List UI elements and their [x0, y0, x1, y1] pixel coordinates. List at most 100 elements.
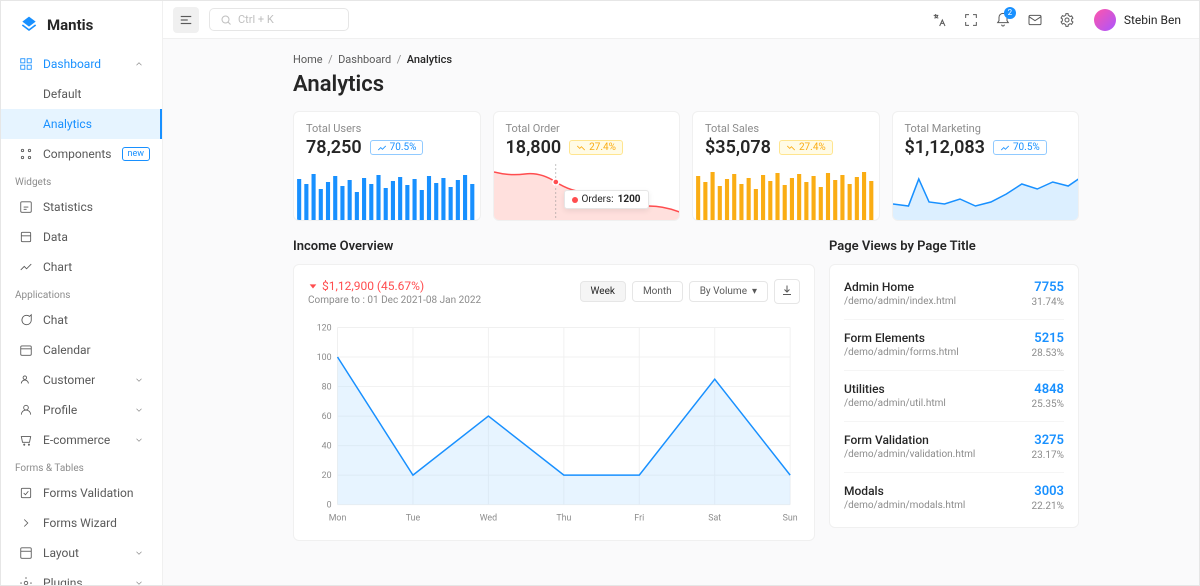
sparkline-users: [294, 164, 480, 220]
pageview-row[interactable]: Admin Home /demo/admin/index.html 7755 3…: [844, 269, 1064, 320]
week-button[interactable]: Week: [580, 281, 626, 302]
svg-text:60: 60: [322, 412, 332, 422]
sidebar-label-ecommerce: E-commerce: [43, 433, 110, 447]
notification-badge: 2: [1004, 7, 1016, 19]
sidebar-toggle-button[interactable]: [173, 7, 199, 33]
mail-icon: [1027, 12, 1043, 28]
avatar: [1094, 9, 1116, 31]
download-button[interactable]: [774, 279, 800, 304]
settings-button[interactable]: [1054, 7, 1080, 33]
stat-label: Total Users: [306, 122, 468, 135]
crumb-home[interactable]: Home: [293, 53, 323, 66]
pv-title: Utilities: [844, 382, 946, 396]
topbar: Ctrl + K 2 Stebin Ben: [163, 1, 1199, 39]
sidebar-item-layout[interactable]: Layout: [1, 538, 162, 568]
svg-text:Tue: Tue: [406, 513, 421, 523]
caret-down-icon: [308, 281, 318, 291]
income-compare: Compare to : 01 Dec 2021-08 Jan 2022: [308, 295, 481, 306]
user-menu[interactable]: Stebin Ben: [1086, 9, 1189, 31]
nav-header-forms: Forms & Tables: [1, 455, 162, 478]
svg-text:Fri: Fri: [634, 513, 644, 523]
trend-down-icon: [786, 143, 796, 153]
sidebar-label-formsvalidation: Forms Validation: [43, 486, 133, 500]
volume-dropdown[interactable]: By Volume ▾: [689, 281, 768, 302]
breadcrumb: Home / Dashboard / Analytics: [293, 53, 1079, 66]
pv-path: /demo/admin/util.html: [844, 398, 946, 409]
trend-down-icon: [576, 143, 586, 153]
stat-value: 78,250: [306, 137, 362, 158]
income-card: $1,12,900 (45.67%) Compare to : 01 Dec 2…: [293, 264, 815, 541]
pageview-row[interactable]: Form Elements /demo/admin/forms.html 521…: [844, 320, 1064, 371]
sidebar-item-forms-validation[interactable]: Forms Validation: [1, 478, 162, 508]
pv-count: 4848: [1032, 382, 1064, 397]
chevron-down-icon: [134, 405, 144, 415]
sidebar-item-calendar[interactable]: Calendar: [1, 335, 162, 365]
stat-value: 18,800: [506, 137, 562, 158]
sidebar-item-ecommerce[interactable]: E-commerce: [1, 425, 162, 455]
dashboard-icon: [19, 57, 33, 71]
nav-header-widgets: Widgets: [1, 169, 162, 192]
app-root: Mantis Dashboard Default Analytics Compo…: [0, 0, 1200, 586]
income-header: $1,12,900 (45.67%) Compare to : 01 Dec 2…: [308, 279, 800, 306]
income-title: Income Overview: [293, 239, 815, 254]
nav-header-apps: Applications: [1, 282, 162, 305]
sidebar-label-chat: Chat: [43, 313, 68, 327]
crumb-dashboard[interactable]: Dashboard: [338, 53, 391, 66]
stat-value: $1,12,083: [905, 137, 985, 158]
tooltip-label: Orders:: [582, 194, 614, 205]
trend-badge: 27.4%: [779, 140, 833, 155]
sidebar-label-dashboard: Dashboard: [43, 57, 101, 71]
pageview-row[interactable]: Utilities /demo/admin/util.html 4848 25.…: [844, 371, 1064, 422]
sidebar-item-dashboard[interactable]: Dashboard: [1, 49, 162, 79]
notification-button[interactable]: 2: [990, 7, 1016, 33]
mail-button[interactable]: [1022, 7, 1048, 33]
translate-icon: [931, 12, 947, 28]
chevron-down-icon: [134, 578, 144, 585]
sidebar-label-calendar: Calendar: [43, 343, 91, 357]
pv-path: /demo/admin/index.html: [844, 296, 956, 307]
pv-count: 3275: [1032, 433, 1064, 448]
sidebar-label-formswizard: Forms Wizard: [43, 516, 117, 530]
sidebar-item-chat[interactable]: Chat: [1, 305, 162, 335]
sidebar-item-analytics[interactable]: Analytics: [1, 109, 162, 139]
search-icon: [220, 14, 232, 26]
sidebar-item-components[interactable]: Components new: [1, 139, 162, 169]
chat-icon: [19, 313, 33, 327]
sidebar-item-statistics[interactable]: Statistics: [1, 192, 162, 222]
stat-value: $35,078: [705, 137, 771, 158]
trend-up-icon: [1000, 143, 1010, 153]
fullscreen-button[interactable]: [958, 7, 984, 33]
brand-logo[interactable]: Mantis: [1, 1, 162, 49]
pv-title: Admin Home: [844, 280, 956, 294]
income-line-chart: 020406080100120MonTueWedThuFriSatSun: [308, 316, 800, 526]
validation-icon: [19, 486, 33, 500]
svg-text:Thu: Thu: [556, 513, 571, 523]
pageview-row[interactable]: Modals /demo/admin/modals.html 3003 22.2…: [844, 473, 1064, 523]
stat-label: Total Order: [506, 122, 668, 135]
pv-pct: 31.74%: [1032, 297, 1064, 308]
pageviews-card: Admin Home /demo/admin/index.html 7755 3…: [829, 264, 1079, 528]
sidebar-item-customer[interactable]: Customer: [1, 365, 162, 395]
wizard-icon: [19, 516, 33, 530]
pv-count: 5215: [1032, 331, 1064, 346]
month-button[interactable]: Month: [632, 281, 683, 302]
sidebar-item-profile[interactable]: Profile: [1, 395, 162, 425]
content: Home / Dashboard / Analytics Analytics T…: [163, 39, 1199, 585]
stat-cards-row: Total Users 78,250 70.5%: [293, 111, 1079, 221]
sidebar-item-forms-wizard[interactable]: Forms Wizard: [1, 508, 162, 538]
user-name: Stebin Ben: [1124, 13, 1181, 27]
lang-button[interactable]: [926, 7, 952, 33]
sidebar-item-chart[interactable]: Chart: [1, 252, 162, 282]
brand-icon: [19, 15, 39, 35]
sidebar-item-data[interactable]: Data: [1, 222, 162, 252]
data-icon: [19, 230, 33, 244]
svg-text:Sat: Sat: [708, 513, 721, 523]
sidebar-item-plugins[interactable]: Plugins: [1, 568, 162, 585]
trend-badge: 70.5%: [370, 140, 424, 155]
search-input[interactable]: Ctrl + K: [209, 8, 349, 31]
sidebar-item-default[interactable]: Default: [1, 79, 162, 109]
stat-label: Total Marketing: [905, 122, 1067, 135]
stat-card-orders: Total Order 18,800 27.4%: [493, 111, 681, 221]
pageview-row[interactable]: Form Validation /demo/admin/validation.h…: [844, 422, 1064, 473]
chevron-down-icon: [134, 375, 144, 385]
